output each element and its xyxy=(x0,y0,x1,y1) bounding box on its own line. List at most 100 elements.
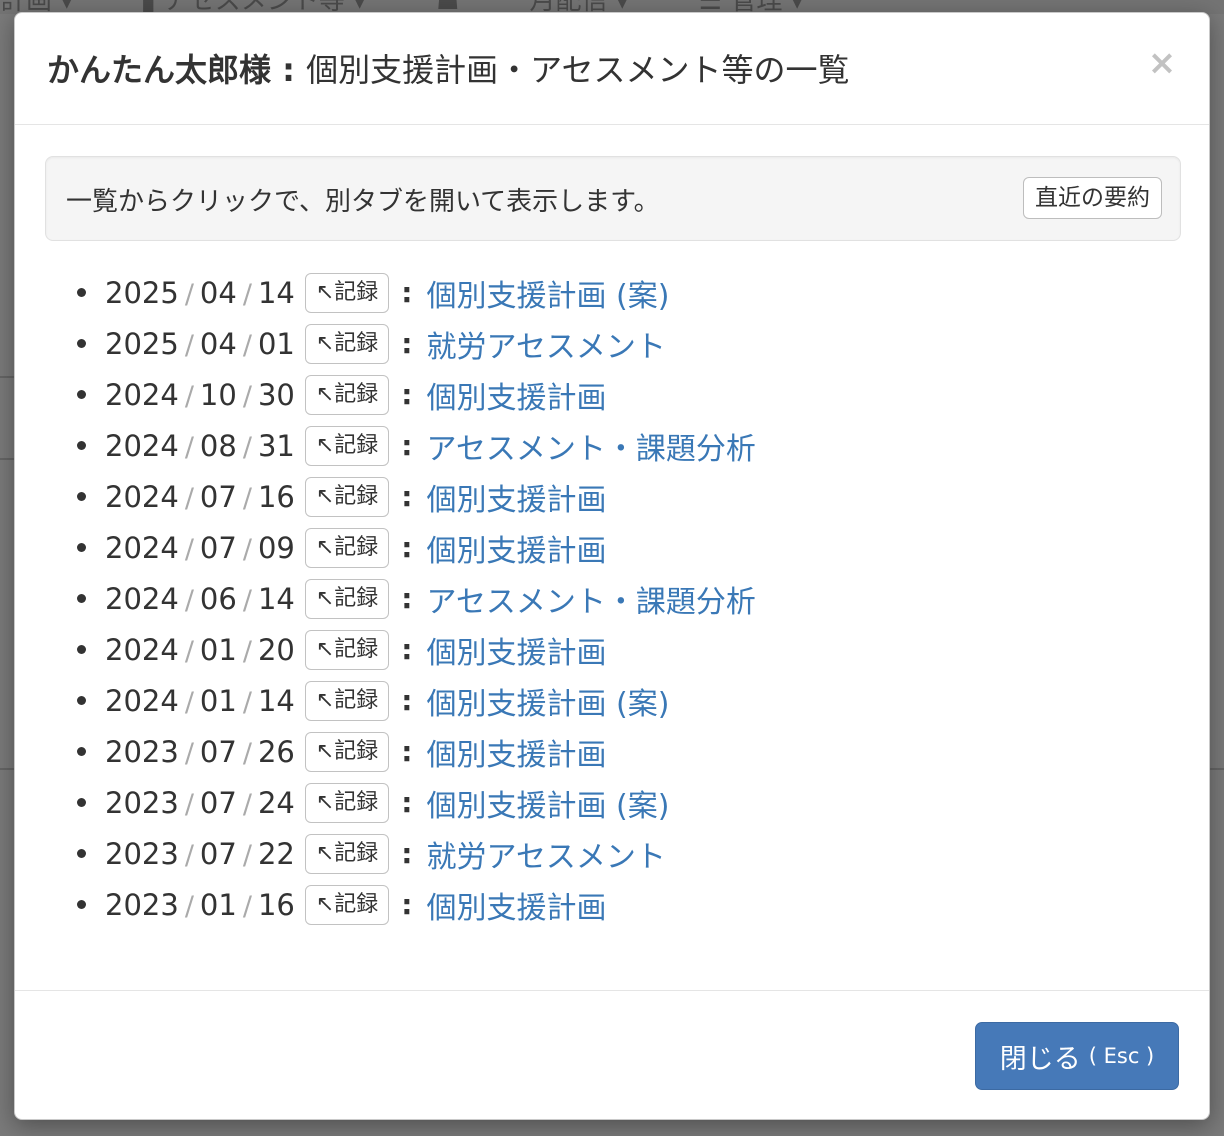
colon: : xyxy=(401,735,413,768)
record-button[interactable]: ↖記録 xyxy=(304,476,390,517)
list-item: 2024/10/30 ↖記録: 個別支援計画 xyxy=(77,369,756,420)
colon: : xyxy=(401,480,413,513)
list-item: 2025/04/14 ↖記録: 個別支援計画 (案) xyxy=(77,267,756,318)
date-separator: / xyxy=(242,533,252,565)
list-item: 2024/01/14 ↖記録: 個別支援計画 (案) xyxy=(77,675,756,726)
date-month: 04 xyxy=(199,326,237,361)
record-button[interactable]: ↖記録 xyxy=(304,425,390,466)
date-separator: / xyxy=(184,635,194,667)
date-year: 2024 xyxy=(105,581,179,616)
document-date: 2024/07/16 xyxy=(105,480,295,514)
list-item: 2025/04/01 ↖記録: 就労アセスメント xyxy=(77,318,756,369)
document-link[interactable]: 個別支援計画 (案) xyxy=(426,679,669,723)
title-separator: : xyxy=(271,51,307,89)
date-separator: / xyxy=(242,482,252,514)
date-day: 14 xyxy=(257,275,295,310)
background-divider xyxy=(0,768,14,770)
date-month: 01 xyxy=(199,632,237,667)
date-separator: / xyxy=(184,380,194,412)
document-link[interactable]: 就労アセスメント xyxy=(426,322,665,366)
close-button[interactable]: 閉じる ( Esc ) xyxy=(975,1022,1179,1090)
record-button[interactable]: ↖記録 xyxy=(304,680,390,721)
colon: : xyxy=(401,327,413,360)
document-link[interactable]: 個別支援計画 (案) xyxy=(426,781,669,825)
record-button[interactable]: ↖記録 xyxy=(304,323,390,364)
colon: : xyxy=(401,684,413,717)
documents-modal: かんたん太郎様 : 個別支援計画・アセスメント等の一覧 × 一覧からクリックで、… xyxy=(14,12,1210,1120)
date-month: 07 xyxy=(199,785,237,820)
record-button[interactable]: ↖記録 xyxy=(304,272,390,313)
record-button[interactable]: ↖記録 xyxy=(304,884,390,925)
date-separator: / xyxy=(184,278,194,310)
document-list: 2025/04/14 ↖記録: 個別支援計画 (案) 2025/04/01 ↖記録: 就労… xyxy=(77,267,756,930)
document-link[interactable]: 個別支援計画 xyxy=(426,373,606,417)
colon: : xyxy=(401,837,413,870)
colon: : xyxy=(401,276,413,309)
date-month: 10 xyxy=(199,377,237,412)
date-day: 30 xyxy=(257,377,295,412)
date-month: 08 xyxy=(199,428,237,463)
bullet xyxy=(77,288,86,297)
document-link[interactable]: 個別支援計画 xyxy=(426,883,606,927)
modal-title: かんたん太郎様 : 個別支援計画・アセスメント等の一覧 xyxy=(47,45,849,91)
date-day: 01 xyxy=(257,326,295,361)
date-year: 2023 xyxy=(105,785,179,820)
date-month: 01 xyxy=(199,887,237,922)
document-date: 2023/07/22 xyxy=(105,837,295,871)
record-button[interactable]: ↖記録 xyxy=(304,578,390,619)
colon: : xyxy=(401,531,413,564)
background-divider xyxy=(1210,768,1224,770)
bullet xyxy=(77,492,86,501)
document-link[interactable]: アセスメント・課題分析 xyxy=(426,577,755,621)
date-separator: / xyxy=(184,788,194,820)
date-separator: / xyxy=(242,431,252,463)
date-separator: / xyxy=(242,380,252,412)
date-year: 2023 xyxy=(105,836,179,871)
date-separator: / xyxy=(242,584,252,616)
date-separator: / xyxy=(242,839,252,871)
document-link[interactable]: アセスメント・課題分析 xyxy=(426,424,755,468)
client-name: かんたん太郎様 xyxy=(47,51,272,89)
document-date: 2024/01/20 xyxy=(105,633,295,667)
document-date: 2025/04/14 xyxy=(105,276,295,310)
date-separator: / xyxy=(184,533,194,565)
date-year: 2024 xyxy=(105,377,179,412)
date-year: 2024 xyxy=(105,683,179,718)
date-month: 07 xyxy=(199,530,237,565)
close-icon[interactable]: × xyxy=(1145,43,1179,83)
bullet xyxy=(77,798,86,807)
date-separator: / xyxy=(242,686,252,718)
document-date: 2024/01/14 xyxy=(105,684,295,718)
date-separator: / xyxy=(184,890,194,922)
record-button[interactable]: ↖記録 xyxy=(304,782,390,823)
bullet xyxy=(77,747,86,756)
close-button-label: 閉じる xyxy=(999,1043,1081,1075)
record-button[interactable]: ↖記録 xyxy=(304,374,390,415)
record-button[interactable]: ↖記録 xyxy=(304,629,390,670)
date-separator: / xyxy=(242,329,252,361)
record-button[interactable]: ↖記録 xyxy=(304,527,390,568)
document-link[interactable]: 個別支援計画 xyxy=(426,730,606,774)
date-separator: / xyxy=(184,737,194,769)
colon: : xyxy=(401,429,413,462)
document-link[interactable]: 個別支援計画 xyxy=(426,628,606,672)
record-button[interactable]: ↖記録 xyxy=(304,731,390,772)
document-date: 2023/01/16 xyxy=(105,888,295,922)
modal-body: 一覧からクリックで、別タブを開いて表示します。 直近の要約 2025/04/14… xyxy=(15,125,1209,992)
date-month: 01 xyxy=(199,683,237,718)
date-year: 2024 xyxy=(105,428,179,463)
document-date: 2024/10/30 xyxy=(105,378,295,412)
document-link[interactable]: 個別支援計画 xyxy=(426,526,606,570)
document-link[interactable]: 個別支援計画 (案) xyxy=(426,271,669,315)
list-item: 2024/06/14 ↖記録: アセスメント・課題分析 xyxy=(77,573,756,624)
colon: : xyxy=(401,633,413,666)
record-button[interactable]: ↖記録 xyxy=(304,833,390,874)
date-separator: / xyxy=(184,584,194,616)
document-link[interactable]: 個別支援計画 xyxy=(426,475,606,519)
document-link[interactable]: 就労アセスメント xyxy=(426,832,665,876)
recent-summary-button[interactable]: 直近の要約 xyxy=(1023,177,1162,219)
bullet xyxy=(77,594,86,603)
document-date: 2024/07/09 xyxy=(105,531,295,565)
date-year: 2024 xyxy=(105,530,179,565)
colon: : xyxy=(401,888,413,921)
